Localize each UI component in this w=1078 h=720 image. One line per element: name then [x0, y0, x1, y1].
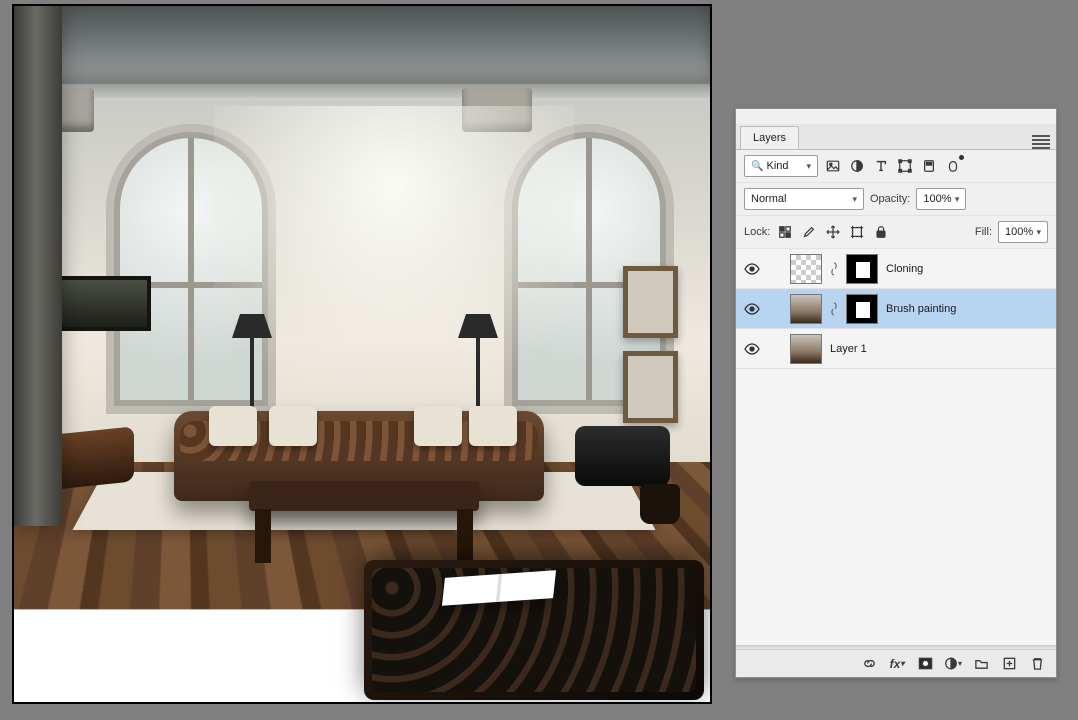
fill-value: 100% — [1005, 226, 1033, 238]
filter-type-icon[interactable] — [872, 157, 890, 175]
visibility-toggle-icon[interactable] — [744, 261, 760, 277]
filter-adjust-icon[interactable] — [848, 157, 866, 175]
layers-list: Cloning Brush painting Layer 1 — [736, 249, 1056, 645]
document-canvas[interactable] — [12, 4, 712, 704]
layer-thumbnail[interactable] — [790, 334, 822, 364]
layer-thumbnail[interactable] — [790, 294, 822, 324]
blend-mode-value: Normal — [751, 193, 786, 205]
panel-tabs: Layers — [736, 124, 1056, 150]
filter-toggle-icon[interactable] — [944, 157, 962, 175]
visibility-toggle-icon[interactable] — [744, 341, 760, 357]
group-icon[interactable] — [972, 655, 990, 673]
fill-label: Fill: — [975, 226, 992, 238]
visibility-toggle-icon[interactable] — [744, 301, 760, 317]
trash-icon[interactable] — [1028, 655, 1046, 673]
panel-menu-icon[interactable] — [1032, 135, 1050, 149]
new-layer-icon[interactable] — [1000, 655, 1018, 673]
layer-row[interactable]: Brush painting — [736, 289, 1056, 329]
opacity-value: 100% — [923, 193, 951, 205]
layer-name[interactable]: Cloning — [886, 263, 923, 275]
lock-all-icon[interactable] — [872, 223, 890, 241]
opacity-label: Opacity: — [870, 193, 910, 205]
filter-row: 🔍 Kind ▾ — [736, 150, 1056, 183]
tab-layers[interactable]: Layers — [740, 126, 799, 149]
panel-footer: fx▾ ▾ — [736, 649, 1056, 677]
filter-kind-label: Kind — [767, 160, 789, 172]
mask-link-icon[interactable] — [830, 302, 838, 316]
filter-image-icon[interactable] — [824, 157, 842, 175]
fill-input[interactable]: 100%▾ — [998, 221, 1048, 243]
mask-link-icon[interactable] — [830, 262, 838, 276]
blend-mode-select[interactable]: Normal▾ — [744, 188, 864, 210]
layer-name[interactable]: Brush painting — [886, 303, 956, 315]
layer-thumbnail[interactable] — [790, 254, 822, 284]
layer-row[interactable]: Layer 1 — [736, 329, 1056, 369]
rendered-image — [14, 6, 710, 702]
filter-smart-icon[interactable] — [920, 157, 938, 175]
layers-panel: Layers 🔍 Kind ▾ Normal▾ Opacity: 100%▾ L… — [735, 108, 1057, 678]
blend-row: Normal▾ Opacity: 100%▾ — [736, 183, 1056, 216]
layer-row[interactable]: Cloning — [736, 249, 1056, 289]
opacity-input[interactable]: 100%▾ — [916, 188, 966, 210]
adjustment-layer-icon[interactable]: ▾ — [944, 655, 962, 673]
lock-position-icon[interactable] — [824, 223, 842, 241]
add-mask-icon[interactable] — [916, 655, 934, 673]
layer-mask-thumbnail[interactable] — [846, 254, 878, 284]
lock-row: Lock: Fill: 100%▾ — [736, 216, 1056, 249]
layer-name[interactable]: Layer 1 — [830, 343, 867, 355]
filter-kind-select[interactable]: 🔍 Kind ▾ — [744, 155, 818, 177]
fx-icon[interactable]: fx▾ — [888, 655, 906, 673]
lock-artboard-icon[interactable] — [848, 223, 866, 241]
lock-pixels-icon[interactable] — [776, 223, 794, 241]
lock-label: Lock: — [744, 226, 770, 238]
link-layers-icon[interactable] — [860, 655, 878, 673]
layer-mask-thumbnail[interactable] — [846, 294, 878, 324]
filter-shape-icon[interactable] — [896, 157, 914, 175]
lock-brush-icon[interactable] — [800, 223, 818, 241]
